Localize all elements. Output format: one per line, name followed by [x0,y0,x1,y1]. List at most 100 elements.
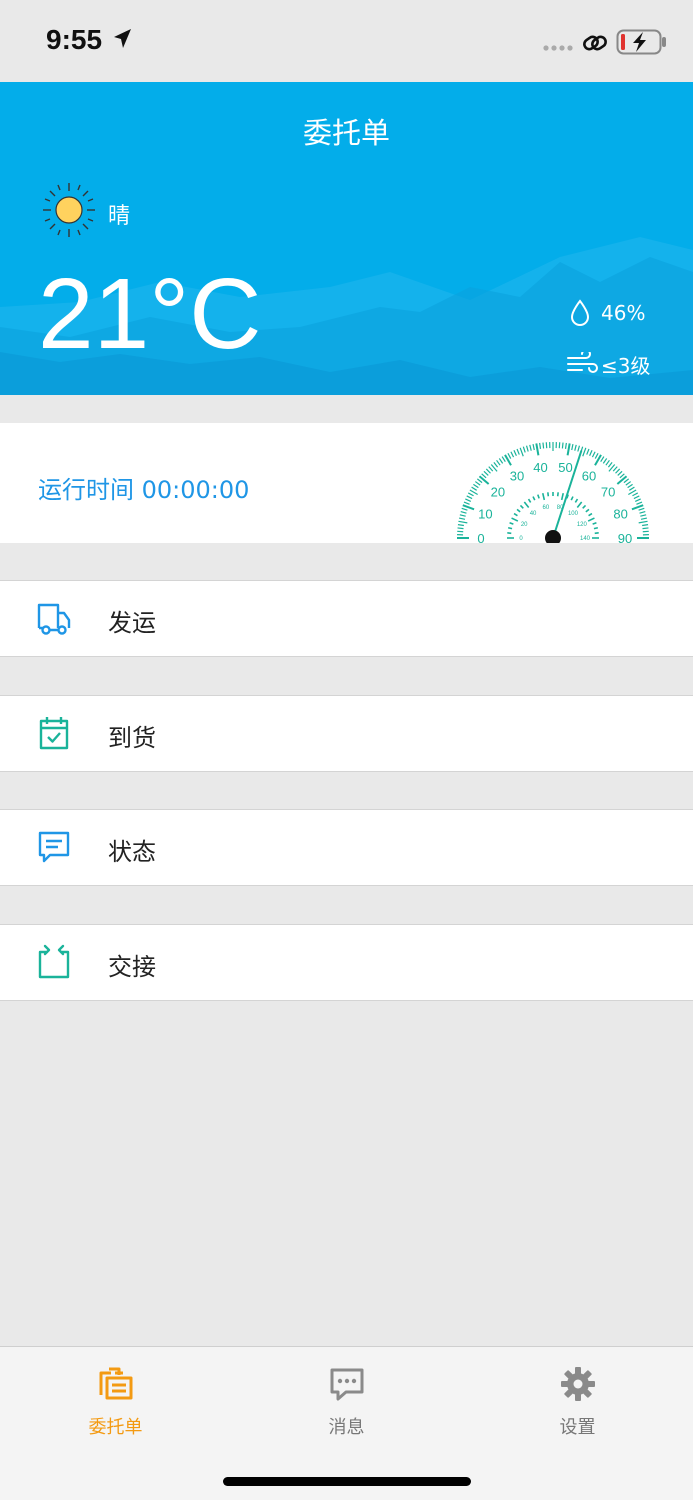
gauge-tick [615,468,621,474]
gauge-tick [589,450,593,457]
gauge-tick [586,448,590,455]
menu-item-status[interactable]: 状态 [0,809,693,886]
gauge-outer-label: 90 [618,531,632,543]
gauge-inner-tick [593,526,599,530]
gauge-tick [501,456,506,462]
gauge-tick [629,486,635,491]
water-drop-icon [570,299,590,326]
runtime-card: 运行时间 00:00:00 0 10 20 30 40 50 60 70 80 90 0 20 40 60… [0,423,693,543]
page-title: 委托单 [302,116,390,150]
menu-item-handover[interactable]: 交接 [0,924,693,1001]
gauge-tick [619,473,625,479]
calendar-check-icon [39,717,69,750]
gauge-inner-tick [570,496,574,501]
gauge-tick [485,468,491,474]
gauge-inner-label: 20 [521,522,528,528]
gauge-tick [507,452,512,459]
gauge-tick [532,443,535,451]
menu-item-shipping[interactable]: 发运 [0,580,693,657]
gauge-tick [640,517,648,520]
gauge-inner-label: 60 [543,505,550,511]
gauge-tick [539,442,542,449]
gauge-tick [638,520,648,524]
gauge-tick [488,466,494,472]
gauge-tick [642,527,649,530]
gauge-tick [582,447,587,457]
gauge-tick [607,461,613,468]
gauge-tick [571,443,574,451]
gauge-tick [535,443,540,456]
gauge-outer-label: 80 [613,506,627,521]
gauge-tick [634,498,641,502]
location-arrow-icon [114,29,131,48]
gauge-tick [458,517,466,520]
gauge-hub [545,530,561,543]
tab-orders[interactable]: 委托单 [0,1347,231,1457]
gauge-inner-tick [592,522,597,525]
tab-settings[interactable]: 设置 [462,1347,693,1457]
menu-item-arrival[interactable]: 到货 [0,695,693,772]
gauge-tick [498,458,504,464]
weather-condition: 晴 [108,204,131,229]
gauge-outer-label: 50 [558,460,572,475]
gauge-tick [474,481,481,486]
gauge-tick [566,443,571,456]
gauge-tick [476,478,483,484]
gauge-inner-label: 40 [530,511,537,517]
gauge-inner-tick [532,496,536,501]
gauge-tick [529,444,532,451]
gauge-tick [632,492,639,497]
link-icon [583,35,607,51]
battery-charging-icon [616,29,666,55]
menu-item-label: 状态 [108,838,156,866]
gauge-tick [633,495,640,500]
gauge-tick [591,451,596,458]
gauge-tick [636,501,643,505]
menu-item-label: 发运 [108,609,156,637]
gauge-tick [616,475,628,485]
handover-icon [38,944,70,979]
gauge-tick [510,451,515,458]
gauge-outer-label: 60 [582,469,596,484]
gauge-tick [642,524,649,527]
gauge-tick [465,498,472,502]
speedometer-gauge: 010203040 50607080900204060 80100120140 [457,442,649,543]
gauge-inner-tick [576,501,583,509]
gauge-inner-tick [582,504,587,509]
gauge-tick [605,459,610,466]
gauge-tick [516,448,520,455]
gauge-tick [542,442,545,449]
gauge-tick [519,447,524,457]
status-bar: 9:55 [0,0,693,82]
weather-header: 委托单 晴 21°C 46% ≤3级 [0,82,693,395]
gauge-tick [617,470,623,476]
gauge-tick [627,483,633,489]
gauge-inner-tick [509,522,514,525]
gauge-inner-tick [511,517,519,522]
gauge-inner-tick [587,517,595,522]
gauge-tick [458,520,468,524]
wind-icon [567,352,598,373]
gauge-outer-label: 0 [477,531,484,543]
gauge-tick [639,510,646,514]
gauge-tick [612,466,618,472]
gauge-inner-label: 100 [568,511,579,517]
temperature-value: 21°C [38,258,262,370]
runtime-label: 运行时间 00:00:00 [38,476,250,504]
tab-messages[interactable]: 消息 [231,1347,462,1457]
gauge-tick [457,524,464,527]
gauge-inner-tick [527,498,532,503]
gauge-inner-tick [560,492,565,501]
gauge-inner-tick [541,492,546,501]
gauge-tick [461,507,468,511]
gauge-outer-label: 70 [601,485,615,500]
gauge-inner-label: 140 [580,536,591,542]
gauge-inner-tick [516,508,521,513]
gauge-tick [457,527,464,530]
gauge-tick [483,470,489,476]
gauge-tick [493,461,499,468]
gauge-inner-tick [523,501,530,509]
gauge-tick [564,442,567,449]
gauge-tick [473,483,479,489]
gauge-tick [600,456,605,462]
